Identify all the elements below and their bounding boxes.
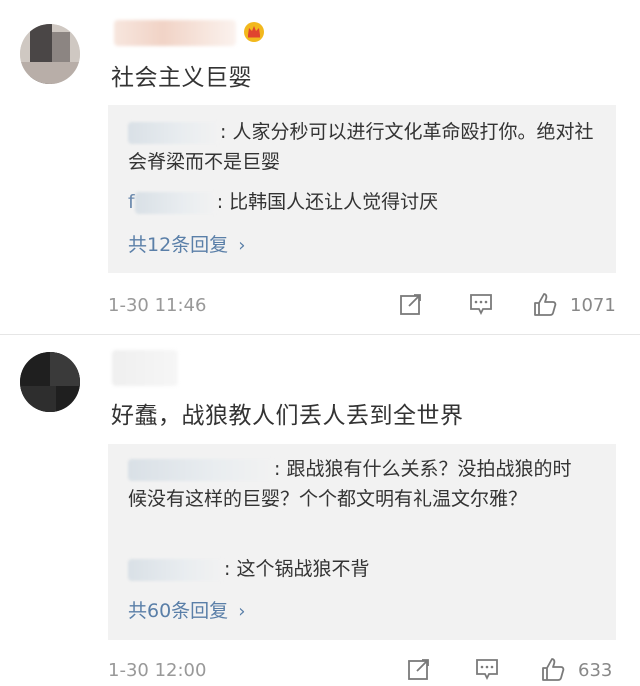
comment-icon[interactable]	[474, 656, 500, 682]
like-icon[interactable]	[532, 291, 558, 317]
username-blurred[interactable]	[112, 350, 178, 386]
reply-1[interactable]: : 人家分秒可以进行文化革命殴打你。绝对社会脊梁而不是巨婴	[128, 117, 596, 177]
like-count: 1071	[570, 295, 616, 316]
timestamp: 1-30 11:46	[108, 295, 207, 316]
reply-text: : 比韩国人还让人觉得讨厌	[216, 191, 439, 213]
comment-meta: 1-30 12:00 633	[108, 656, 620, 686]
avatar[interactable]	[20, 24, 80, 84]
chevron-right-icon: ›	[238, 601, 246, 622]
like-icon[interactable]	[540, 656, 566, 682]
comment-text: 社会主义巨婴	[111, 65, 252, 91]
comment-meta: 1-30 11:46 1071	[108, 291, 620, 321]
reply-2[interactable]: f : 比韩国人还让人觉得讨厌	[128, 187, 596, 217]
comment-icon[interactable]	[468, 291, 494, 317]
share-icon[interactable]	[398, 291, 424, 317]
avatar[interactable]	[20, 352, 80, 412]
reply-preview-box[interactable]: : 人家分秒可以进行文化革命殴打你。绝对社会脊梁而不是巨婴 f : 比韩国人还让人…	[108, 105, 616, 273]
divider	[0, 334, 640, 335]
reply-2[interactable]: : 这个锅战狼不背	[128, 554, 596, 584]
comment-2: 好蠢，战狼教人们丢人丢到全世界 : 跟战狼有什么关系？没拍战狼的时候没有这样的巨…	[0, 340, 640, 681]
view-all-replies-link[interactable]: 共12条回复 ›	[128, 230, 245, 257]
view-all-replies-label: 共60条回复	[128, 600, 229, 622]
reply-text: : 这个锅战狼不背	[224, 558, 370, 580]
crown-badge-icon	[244, 22, 264, 42]
reply-username-blurred[interactable]	[128, 558, 224, 581]
chevron-right-icon: ›	[238, 235, 246, 256]
reply-username-blurred[interactable]	[128, 458, 274, 481]
view-all-replies-label: 共12条回复	[128, 234, 229, 256]
view-all-replies-link[interactable]: 共60条回复 ›	[128, 596, 245, 623]
reply-username-lead[interactable]: f	[128, 191, 135, 213]
reply-1[interactable]: : 跟战狼有什么关系？没拍战狼的时候没有这样的巨婴？个个都文明有礼温文尔雅？	[128, 454, 588, 514]
username-blurred[interactable]	[114, 20, 236, 46]
reply-username-blurred[interactable]	[134, 191, 217, 214]
comment-1: 社会主义巨婴 : 人家分秒可以进行文化革命殴打你。绝对社会脊梁而不是巨婴 f: …	[0, 0, 640, 340]
reply-preview-box[interactable]: : 跟战狼有什么关系？没拍战狼的时候没有这样的巨婴？个个都文明有礼温文尔雅？ :…	[108, 444, 616, 640]
share-icon[interactable]	[406, 656, 432, 682]
comment-text: 好蠢，战狼教人们丢人丢到全世界	[111, 403, 464, 429]
reply-username-blurred[interactable]	[128, 121, 220, 144]
